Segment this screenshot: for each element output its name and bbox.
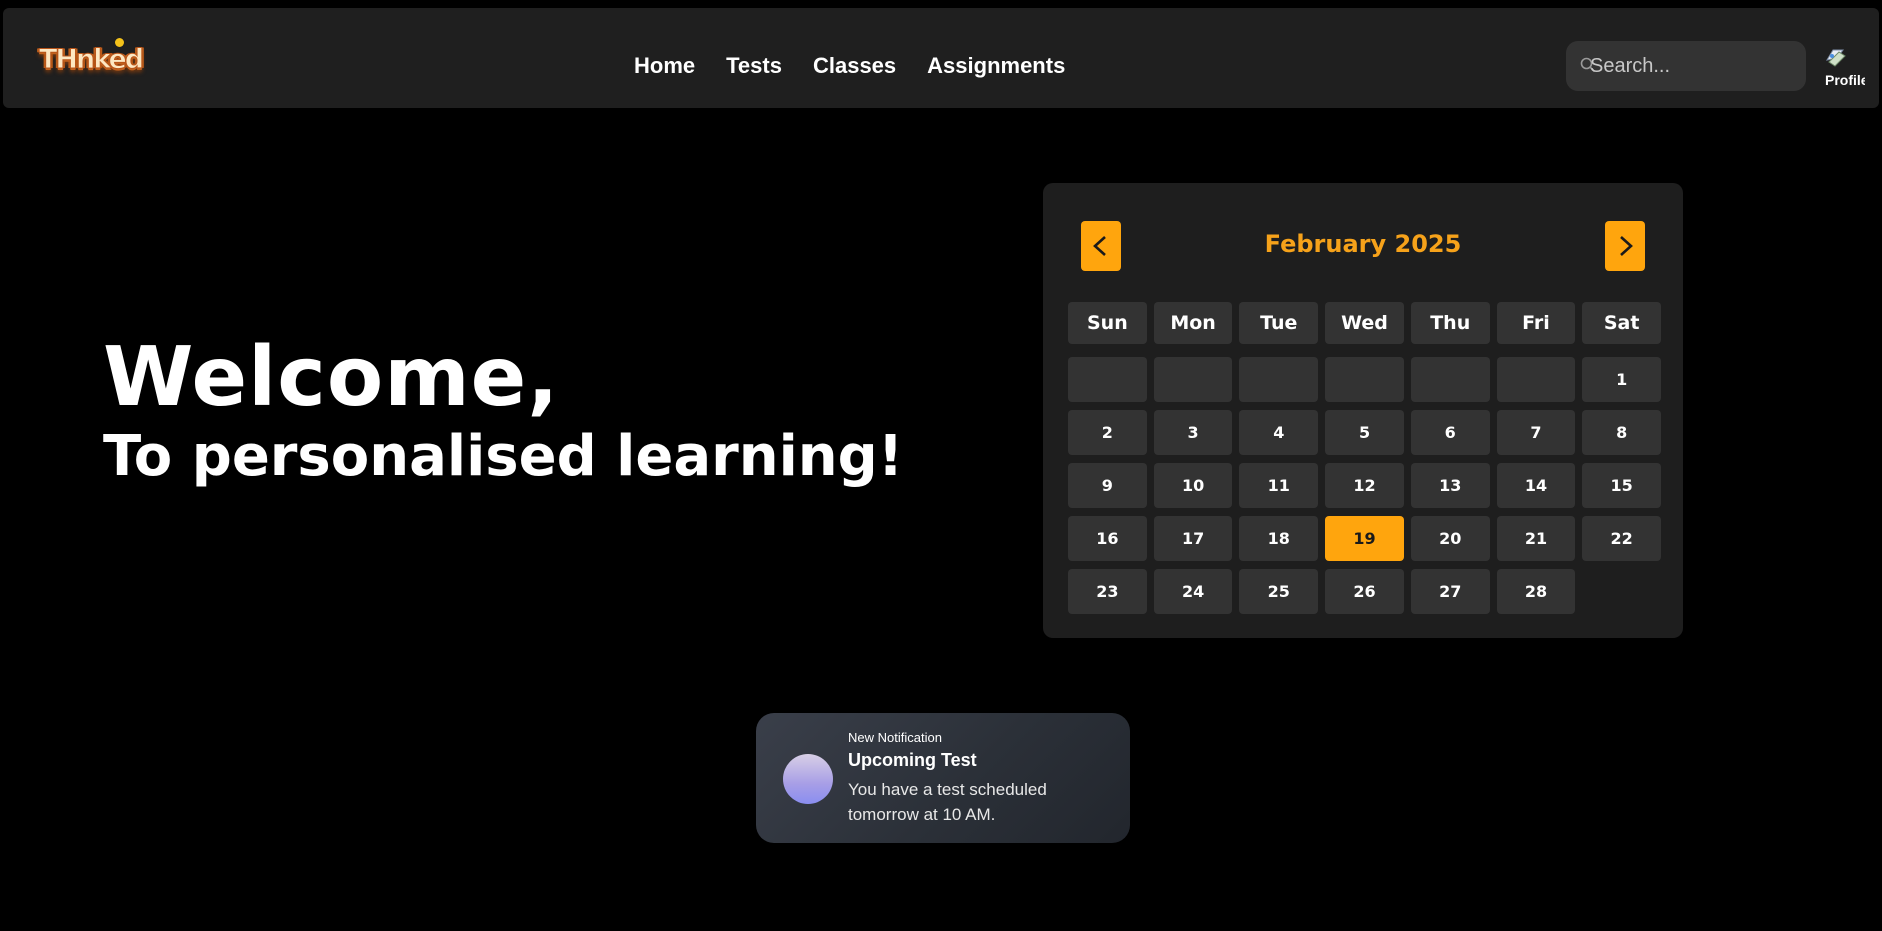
calendar-next-month-button[interactable] bbox=[1605, 221, 1645, 271]
calendar-week-row: 16 17 18 19 20 21 22 bbox=[1068, 516, 1662, 561]
calendar-day[interactable]: 26 bbox=[1325, 569, 1404, 614]
weekday-mon: Mon bbox=[1153, 302, 1233, 344]
calendar-day[interactable]: 22 bbox=[1582, 516, 1662, 561]
hero-subtitle: To personalised learning! bbox=[103, 424, 904, 489]
calendar-widget: February 2025 Sun Mon Tue Wed Thu Fri Sa… bbox=[1043, 183, 1683, 638]
calendar-day[interactable]: 24 bbox=[1153, 569, 1233, 614]
calendar-empty-cell bbox=[1325, 357, 1404, 402]
calendar-week-row: 1 bbox=[1068, 357, 1662, 402]
calendar-day[interactable]: 3 bbox=[1153, 410, 1233, 455]
calendar-weekday-header: Sun Mon Tue Wed Thu Fri Sat bbox=[1068, 302, 1662, 344]
calendar-day[interactable]: 9 bbox=[1068, 463, 1147, 508]
nav-link-classes[interactable]: Classes bbox=[813, 52, 896, 80]
calendar-grid: Sun Mon Tue Wed Thu Fri Sat 1 2 3 4 5 6 7 8 9 10 1… bbox=[1068, 302, 1662, 622]
calendar-day[interactable]: 12 bbox=[1325, 463, 1404, 508]
notification-card[interactable]: New Notification Upcoming Test You have … bbox=[756, 713, 1130, 843]
nav-links: Home Tests Classes Assignments bbox=[634, 52, 1065, 80]
calendar-empty-cell bbox=[1153, 357, 1233, 402]
calendar-day[interactable]: 5 bbox=[1325, 410, 1404, 455]
calendar-empty-cell bbox=[1239, 357, 1319, 402]
profile-avatar[interactable]: Profile bbox=[1823, 46, 1865, 88]
nav-link-tests[interactable]: Tests bbox=[726, 52, 782, 80]
top-navbar: THnked Home Tests Classes Assignments Pr… bbox=[3, 8, 1879, 108]
calendar-day[interactable]: 2 bbox=[1068, 410, 1147, 455]
logo-dot-decoration bbox=[115, 38, 124, 47]
calendar-week-row: 2345678 bbox=[1068, 410, 1662, 455]
calendar-days: 1 2 3 4 5 6 7 8 9 10 11 12 13 14 15 16 17 18 19 20 21 22 23 24 2… bbox=[1068, 357, 1662, 614]
weekday-wed: Wed bbox=[1325, 302, 1404, 344]
avatar-alt-text: Profile bbox=[1825, 72, 1865, 88]
calendar-day[interactable]: 17 bbox=[1153, 516, 1233, 561]
notification-avatar bbox=[783, 754, 833, 804]
calendar-day[interactable]: 1 bbox=[1582, 357, 1662, 402]
calendar-day[interactable]: 11 bbox=[1239, 463, 1319, 508]
weekday-sun: Sun bbox=[1068, 302, 1147, 344]
calendar-week-row: 23 24 25 26 27 28 bbox=[1068, 569, 1661, 614]
calendar-day[interactable]: 18 bbox=[1239, 516, 1319, 561]
calendar-day[interactable]: 27 bbox=[1410, 569, 1490, 614]
search-box[interactable] bbox=[1566, 41, 1806, 91]
hero-title: Welcome, bbox=[103, 330, 560, 425]
calendar-day[interactable]: 16 bbox=[1068, 516, 1147, 561]
calendar-day[interactable]: 23 bbox=[1068, 569, 1147, 614]
calendar-day[interactable]: 25 bbox=[1239, 569, 1319, 614]
search-input[interactable] bbox=[1590, 41, 1790, 91]
calendar-day[interactable]: 13 bbox=[1410, 463, 1490, 508]
calendar-week-row: 9 10 11 12 13 14 15 bbox=[1068, 463, 1662, 508]
calendar-day[interactable]: 7 bbox=[1496, 410, 1576, 455]
calendar-day-today[interactable]: 19 bbox=[1325, 516, 1404, 561]
notification-body: You have a test scheduled tomorrow at 10… bbox=[848, 780, 1047, 824]
weekday-tue: Tue bbox=[1239, 302, 1319, 344]
calendar-month-label: February 2025 bbox=[1264, 230, 1462, 258]
calendar-day[interactable]: 10 bbox=[1153, 463, 1233, 508]
notification-title: Upcoming Test bbox=[848, 750, 977, 770]
calendar-day[interactable]: 28 bbox=[1496, 569, 1576, 614]
chevron-right-icon bbox=[1620, 236, 1633, 256]
nav-link-home[interactable]: Home bbox=[634, 52, 695, 80]
calendar-empty-cell bbox=[1496, 357, 1576, 402]
notification-kicker: New Notification bbox=[848, 730, 942, 745]
logo-wordmark: THnked bbox=[38, 44, 144, 76]
calendar-day[interactable]: 21 bbox=[1496, 516, 1576, 561]
weekday-fri: Fri bbox=[1496, 302, 1576, 344]
calendar-empty-cell bbox=[1410, 357, 1490, 402]
calendar-day[interactable]: 8 bbox=[1582, 410, 1662, 455]
calendar-day[interactable]: 14 bbox=[1496, 463, 1576, 508]
app-logo[interactable]: THnked bbox=[35, 38, 145, 80]
calendar-day[interactable]: 15 bbox=[1582, 463, 1662, 508]
weekday-thu: Thu bbox=[1410, 302, 1490, 344]
weekday-sat: Sat bbox=[1582, 302, 1662, 344]
calendar-day[interactable]: 4 bbox=[1239, 410, 1319, 455]
calendar-blank-cell bbox=[1582, 569, 1661, 614]
calendar-day[interactable]: 20 bbox=[1410, 516, 1490, 561]
calendar-empty-cell bbox=[1068, 357, 1147, 402]
nav-link-assignments[interactable]: Assignments bbox=[927, 52, 1065, 80]
calendar-day[interactable]: 6 bbox=[1410, 410, 1490, 455]
